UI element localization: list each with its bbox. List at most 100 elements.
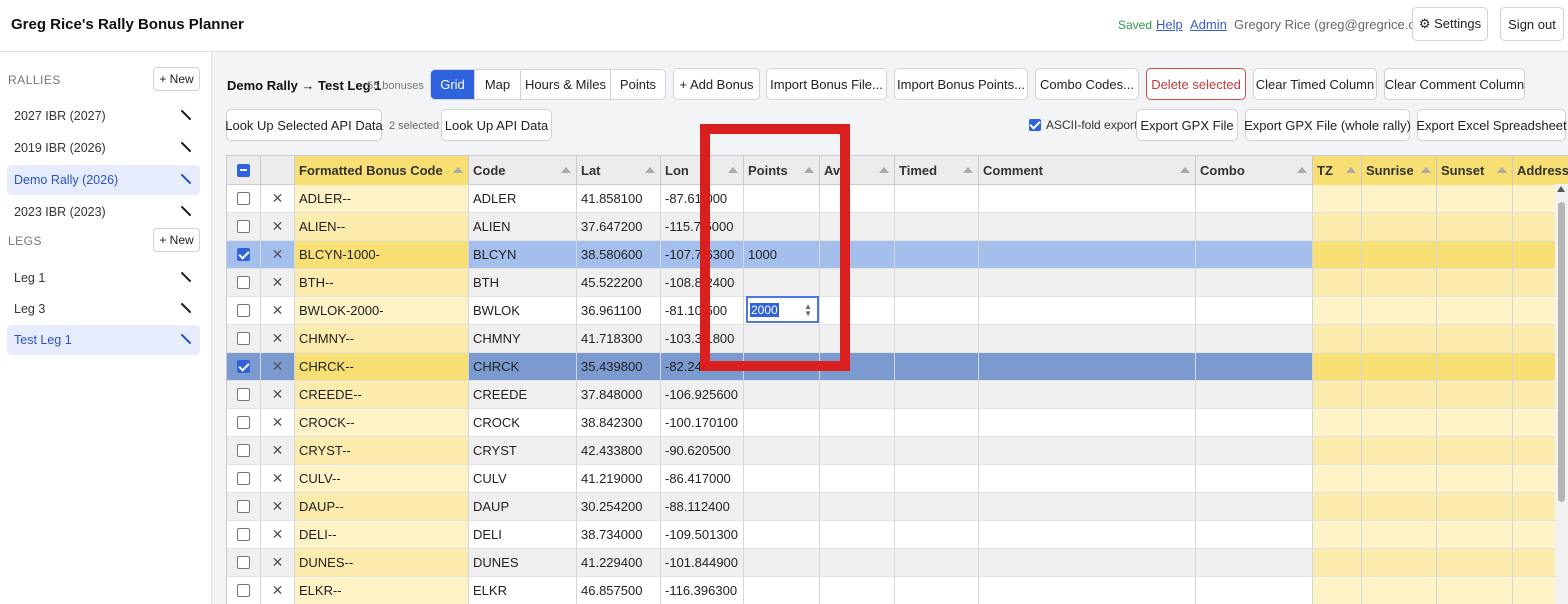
delete-row-icon[interactable]: ✕ <box>272 386 284 403</box>
grid-cell[interactable]: BWLOK <box>469 297 577 325</box>
tab-hours-miles[interactable]: Hours & Miles <box>520 70 610 99</box>
grid-cell[interactable]: CULV <box>469 465 577 493</box>
grid-cell[interactable] <box>820 381 895 409</box>
grid-cell[interactable] <box>979 353 1196 381</box>
grid-cell[interactable] <box>1362 521 1437 549</box>
grid-cell[interactable] <box>820 493 895 521</box>
grid-cell[interactable] <box>895 269 979 297</box>
grid-cell[interactable] <box>744 409 820 437</box>
column-header[interactable]: Sunrise <box>1362 156 1437 185</box>
grid-cell[interactable] <box>1313 381 1362 409</box>
import-bonus-file-button[interactable]: Import Bonus File... <box>766 68 887 100</box>
row-checkbox[interactable] <box>237 276 250 289</box>
row-select-cell[interactable] <box>227 353 261 381</box>
grid-cell[interactable]: -90.620500 <box>661 437 744 465</box>
grid-cell[interactable] <box>979 269 1196 297</box>
new-rally-button[interactable]: + New <box>153 67 200 91</box>
clear-comment-column-button[interactable]: Clear Comment Column <box>1384 68 1525 100</box>
sort-icon[interactable] <box>1497 167 1507 173</box>
column-header[interactable]: Sunset <box>1437 156 1513 185</box>
sort-icon[interactable] <box>1421 167 1431 173</box>
grid-cell[interactable] <box>820 577 895 604</box>
new-leg-button[interactable]: + New <box>153 228 200 252</box>
leg-item[interactable]: Leg 1 <box>7 263 200 293</box>
row-delete-cell[interactable]: ✕ <box>261 325 295 353</box>
grid-cell[interactable] <box>979 465 1196 493</box>
table-row[interactable]: ✕ CULV-- CULV 41.219000 -86.417000 <box>227 465 1568 493</box>
export-excel-button[interactable]: Export Excel Spreadsheet <box>1416 109 1567 141</box>
delete-row-icon[interactable]: ✕ <box>272 414 284 431</box>
ascii-fold-checkbox[interactable] <box>1029 119 1041 131</box>
edit-pencil-icon[interactable] <box>180 205 192 217</box>
grid-cell[interactable] <box>820 549 895 577</box>
grid-cell[interactable] <box>1362 325 1437 353</box>
delete-row-icon[interactable]: ✕ <box>272 554 284 571</box>
grid-cell[interactable] <box>979 325 1196 353</box>
column-header[interactable]: Code <box>469 156 577 185</box>
row-select-cell[interactable] <box>227 297 261 325</box>
delete-row-icon[interactable]: ✕ <box>272 246 284 263</box>
grid-cell[interactable] <box>895 325 979 353</box>
row-select-cell[interactable] <box>227 437 261 465</box>
grid-cell[interactable] <box>979 409 1196 437</box>
grid-cell[interactable]: -100.170100 <box>661 409 744 437</box>
delete-row-icon[interactable]: ✕ <box>272 358 284 375</box>
export-gpx-button[interactable]: Export GPX File <box>1136 109 1238 141</box>
grid-cell[interactable]: CHRCK <box>469 353 577 381</box>
tab-grid[interactable]: Grid <box>431 70 474 99</box>
grid-cell[interactable] <box>895 465 979 493</box>
grid-cell[interactable]: ELKR-- <box>295 577 469 604</box>
row-checkbox[interactable] <box>237 332 250 345</box>
grid-cell[interactable]: 42.433800 <box>577 437 661 465</box>
rally-item[interactable]: 2027 IBR (2027) <box>7 101 200 131</box>
grid-cell[interactable] <box>895 353 979 381</box>
row-delete-cell[interactable]: ✕ <box>261 381 295 409</box>
grid-cell[interactable]: -101.844900 <box>661 549 744 577</box>
grid-cell[interactable]: CREEDE <box>469 381 577 409</box>
grid-cell[interactable]: DUNES-- <box>295 549 469 577</box>
sort-icon[interactable] <box>879 167 889 173</box>
select-all-checkbox[interactable] <box>227 156 261 185</box>
delete-row-icon[interactable]: ✕ <box>272 330 284 347</box>
grid-cell[interactable] <box>1437 521 1513 549</box>
grid-cell[interactable] <box>895 493 979 521</box>
grid-cell[interactable] <box>744 577 820 604</box>
grid-cell[interactable] <box>1313 437 1362 465</box>
row-checkbox[interactable] <box>237 192 250 205</box>
rally-item[interactable]: Demo Rally (2026) <box>7 165 200 195</box>
grid-cell[interactable]: -86.417000 <box>661 465 744 493</box>
row-checkbox[interactable] <box>237 416 250 429</box>
grid-cell[interactable] <box>1437 549 1513 577</box>
grid-cell[interactable]: BTH <box>469 269 577 297</box>
delete-row-icon[interactable]: ✕ <box>272 218 284 235</box>
table-row[interactable]: ✕ CHRCK-- CHRCK 35.439800 -82.24 00 <box>227 353 1568 381</box>
grid-cell[interactable] <box>1362 185 1437 213</box>
grid-cell[interactable] <box>979 381 1196 409</box>
table-row[interactable]: ✕ DUNES-- DUNES 41.229400 -101.844900 <box>227 549 1568 577</box>
grid-cell[interactable] <box>1437 297 1513 325</box>
grid-cell[interactable] <box>1362 577 1437 604</box>
grid-cell[interactable] <box>1437 437 1513 465</box>
leg-item[interactable]: Test Leg 1 <box>7 325 200 355</box>
grid-cell[interactable]: 37.647200 <box>577 213 661 241</box>
row-checkbox[interactable] <box>237 388 250 401</box>
table-row[interactable]: ✕ BWLOK-2000- BWLOK 36.961100 -81.10 500 <box>227 297 1568 325</box>
grid-cell[interactable] <box>1313 577 1362 604</box>
grid-cell[interactable] <box>1313 297 1362 325</box>
grid-cell[interactable] <box>895 297 979 325</box>
grid-cell[interactable]: DELI <box>469 521 577 549</box>
grid-cell[interactable] <box>1437 465 1513 493</box>
grid-cell[interactable] <box>1362 465 1437 493</box>
grid-cell[interactable] <box>1313 325 1362 353</box>
row-select-cell[interactable] <box>227 381 261 409</box>
grid-cell[interactable] <box>979 213 1196 241</box>
grid-cell[interactable] <box>895 185 979 213</box>
scroll-thumb[interactable] <box>1558 202 1565 502</box>
grid-cell[interactable]: 45.522200 <box>577 269 661 297</box>
grid-cell[interactable] <box>744 493 820 521</box>
table-row[interactable]: ✕ CROCK-- CROCK 38.842300 -100.170100 <box>227 409 1568 437</box>
edit-pencil-icon[interactable] <box>180 173 192 185</box>
row-checkbox[interactable] <box>237 304 250 317</box>
grid-cell[interactable]: -116.396300 <box>661 577 744 604</box>
table-row[interactable]: ✕ CHMNY-- CHMNY 41.718300 -103.3 1800 <box>227 325 1568 353</box>
